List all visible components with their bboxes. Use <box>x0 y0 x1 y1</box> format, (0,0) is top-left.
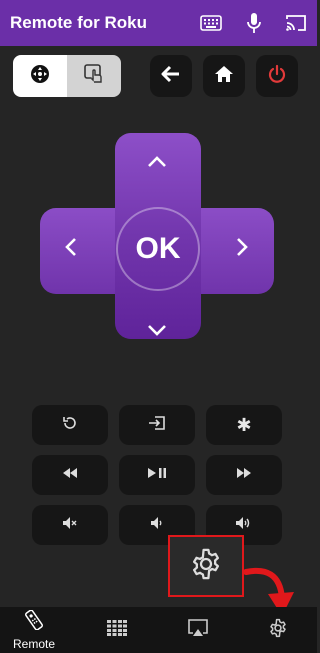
options-button[interactable]: ✱ <box>206 405 282 445</box>
replay-icon <box>62 415 78 436</box>
screen-mirror-icon <box>187 618 209 643</box>
ok-button[interactable]: OK <box>116 207 200 291</box>
touchpad-mode-icon <box>83 63 105 90</box>
asterisk-icon: ✱ <box>236 414 252 435</box>
rewind-icon <box>62 466 78 484</box>
nav-item-settings[interactable] <box>261 607 295 653</box>
nav-item-remote[interactable]: Remote <box>6 607 62 653</box>
chevron-right-icon <box>235 236 249 263</box>
home-button[interactable] <box>203 55 245 97</box>
nav-item-channels[interactable] <box>100 607 134 653</box>
app-title: Remote for Roku <box>10 13 147 32</box>
fast-forward-icon <box>236 466 252 484</box>
nav-label-remote: Remote <box>12 636 56 651</box>
play-pause-icon <box>147 466 167 484</box>
settings-large-icon <box>189 547 223 586</box>
back-button[interactable] <box>150 55 192 97</box>
remote-icon <box>23 609 45 635</box>
settings-icon <box>268 618 288 643</box>
power-button[interactable] <box>256 55 298 97</box>
grid-icon <box>107 619 127 641</box>
rewind-button[interactable] <box>32 455 108 495</box>
dpad-mode-button[interactable] <box>13 55 67 97</box>
dpad-mode-icon <box>30 64 50 89</box>
chevron-up-icon <box>146 155 168 174</box>
volume-down-icon <box>150 516 164 535</box>
dpad-down-button[interactable] <box>143 318 171 346</box>
bottom-nav: Remote <box>0 607 317 653</box>
chevron-left-icon <box>64 236 78 263</box>
home-icon <box>214 65 234 88</box>
mute-button[interactable] <box>32 505 108 545</box>
dpad-right-button[interactable] <box>228 235 256 263</box>
fast-forward-button[interactable] <box>206 455 282 495</box>
power-icon <box>267 64 287 89</box>
dpad-up-button[interactable] <box>143 150 171 178</box>
microphone-icon[interactable] <box>241 10 267 36</box>
keyboard-icon[interactable] <box>198 10 224 36</box>
chevron-down-icon <box>146 323 168 342</box>
input-button[interactable] <box>119 405 195 445</box>
mode-toggle <box>13 55 121 97</box>
mute-icon <box>62 516 78 535</box>
volume-up-icon <box>235 516 253 535</box>
play-pause-button[interactable] <box>119 455 195 495</box>
touchpad-mode-button[interactable] <box>67 55 121 97</box>
cast-icon[interactable] <box>283 10 309 36</box>
nav-item-screen-mirror[interactable] <box>181 607 215 653</box>
back-arrow-icon <box>161 65 181 88</box>
app-bar: Remote for Roku <box>0 0 317 46</box>
settings-callout-highlight <box>168 535 244 597</box>
replay-button[interactable] <box>32 405 108 445</box>
input-icon <box>148 415 166 436</box>
dpad-left-button[interactable] <box>57 235 85 263</box>
